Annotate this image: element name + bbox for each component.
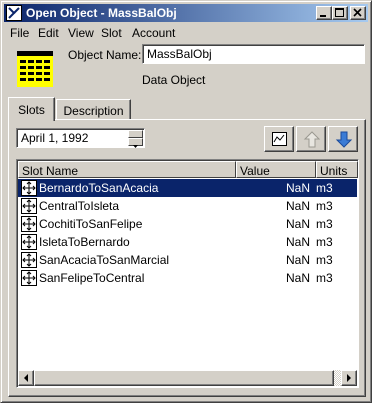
scroll-left-icon xyxy=(24,374,28,382)
slot-arrows-icon xyxy=(21,270,37,286)
slot-value-cell: NaN xyxy=(285,271,310,285)
slot-value-cell: NaN xyxy=(285,199,310,213)
table-row[interactable]: SanFelipeToCentral NaN m3 xyxy=(18,269,357,287)
slot-units-cell: m3 xyxy=(316,253,333,267)
menu-account[interactable]: Account xyxy=(132,26,175,40)
slot-table[interactable]: Slot Name Value Units BernardoToSanAcaci… xyxy=(16,159,359,388)
scrollbar-thumb[interactable] xyxy=(34,370,334,386)
slot-value-cell: NaN xyxy=(285,181,310,195)
column-header-slot-name[interactable]: Slot Name xyxy=(18,161,236,178)
tab-slots[interactable]: Slots xyxy=(8,97,55,121)
scroll-left-button[interactable] xyxy=(18,370,34,386)
maximize-button[interactable] xyxy=(332,6,348,20)
slot-name-cell: SanFelipeToCentral xyxy=(39,271,145,285)
table-row[interactable]: CentralToIsleta NaN m3 xyxy=(18,197,357,215)
move-up-button[interactable] xyxy=(296,126,326,152)
open-object-window: Open Object - MassBalObj File Edit View … xyxy=(0,0,372,403)
riverware-app-icon xyxy=(6,5,22,21)
table-row[interactable]: SanAcaciaToSanMarcial NaN m3 xyxy=(18,251,357,269)
scroll-right-button[interactable] xyxy=(341,370,357,386)
arrow-down-icon xyxy=(335,131,353,148)
column-header-value[interactable]: Value xyxy=(236,161,316,178)
menu-edit[interactable]: Edit xyxy=(38,26,59,40)
window-title: Open Object - MassBalObj xyxy=(26,6,177,20)
object-type-label: Data Object xyxy=(142,73,206,87)
slot-arrows-icon xyxy=(21,216,37,232)
spin-down-icon xyxy=(133,145,138,148)
date-spinner[interactable]: April 1, 1992 xyxy=(16,128,145,148)
slot-value-cell: NaN xyxy=(285,235,310,249)
slot-arrows-icon xyxy=(21,180,37,196)
title-bar[interactable]: Open Object - MassBalObj xyxy=(4,4,368,22)
slot-name-cell: BernardoToSanAcacia xyxy=(39,181,159,195)
table-row[interactable]: BernardoToSanAcacia NaN m3 xyxy=(18,179,357,197)
column-header-units[interactable]: Units xyxy=(316,161,358,178)
slot-arrows-icon xyxy=(21,252,37,268)
menu-file[interactable]: File xyxy=(10,26,29,40)
slot-units-cell: m3 xyxy=(316,235,333,249)
slot-value-cell: NaN xyxy=(285,217,310,231)
move-down-button[interactable] xyxy=(328,126,358,152)
horizontal-scrollbar[interactable] xyxy=(18,370,357,386)
date-increment-button[interactable] xyxy=(128,130,143,141)
date-value: April 1, 1992 xyxy=(21,131,89,145)
slot-arrows-icon xyxy=(21,234,37,250)
table-row[interactable]: IsletaToBernardo NaN m3 xyxy=(18,233,357,251)
slot-arrows-icon xyxy=(21,198,37,214)
minimize-button[interactable] xyxy=(316,6,332,20)
date-decrement-button[interactable] xyxy=(128,138,143,148)
object-name-field[interactable]: MassBalObj xyxy=(142,44,365,64)
slot-name-cell: CochitiToSanFelipe xyxy=(39,217,143,231)
slot-units-cell: m3 xyxy=(316,271,333,285)
data-object-grid-icon xyxy=(17,51,53,87)
table-row[interactable]: CochitiToSanFelipe NaN m3 xyxy=(18,215,357,233)
plot-button[interactable] xyxy=(264,126,294,152)
slot-units-cell: m3 xyxy=(316,217,333,231)
menu-slot[interactable]: Slot xyxy=(101,26,122,40)
menu-view[interactable]: View xyxy=(68,26,94,40)
maximize-icon xyxy=(335,8,344,17)
tab-description[interactable]: Description xyxy=(56,99,131,120)
slot-units-cell: m3 xyxy=(316,181,333,195)
menu-bar: File Edit View Slot Account xyxy=(4,24,368,42)
slot-units-cell: m3 xyxy=(316,199,333,213)
close-button[interactable] xyxy=(350,6,366,20)
arrow-up-icon xyxy=(303,131,321,148)
slot-name-cell: CentralToIsleta xyxy=(39,199,120,213)
object-name-label: Object Name: xyxy=(68,48,142,62)
scroll-right-icon xyxy=(347,374,351,382)
plot-icon xyxy=(272,132,287,146)
slot-value-cell: NaN xyxy=(285,253,310,267)
close-icon xyxy=(353,8,362,17)
minimize-icon xyxy=(320,15,326,17)
slot-name-cell: IsletaToBernardo xyxy=(39,235,130,249)
slot-name-cell: SanAcaciaToSanMarcial xyxy=(39,253,170,267)
